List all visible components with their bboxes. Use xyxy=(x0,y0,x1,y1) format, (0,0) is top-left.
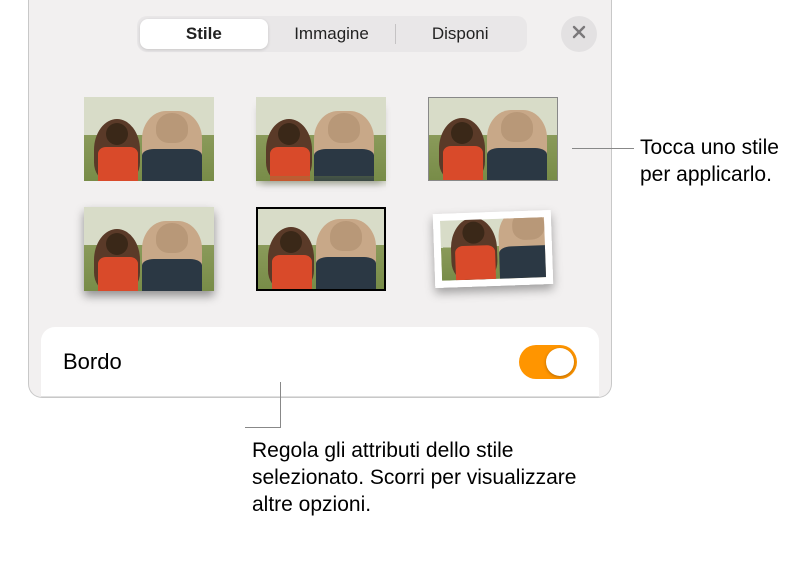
style-preset[interactable] xyxy=(423,202,563,296)
close-button[interactable] xyxy=(561,16,597,52)
tab-arrange[interactable]: Disponi xyxy=(396,19,524,49)
style-thumbnail xyxy=(256,207,386,291)
close-icon xyxy=(571,24,587,45)
tab-style[interactable]: Stile xyxy=(140,19,268,49)
style-preset[interactable] xyxy=(251,92,391,186)
tab-bar: Stile Immagine Disponi xyxy=(137,16,527,52)
style-preset-grid xyxy=(79,92,579,296)
style-preset[interactable] xyxy=(79,92,219,186)
style-thumbnail xyxy=(428,97,558,181)
style-preset[interactable] xyxy=(79,202,219,296)
tab-image-label: Immagine xyxy=(294,24,369,44)
tab-image[interactable]: Immagine xyxy=(268,19,396,49)
format-panel: Stile Immagine Disponi xyxy=(28,0,612,398)
callout-line xyxy=(245,427,281,428)
tab-style-label: Stile xyxy=(186,24,222,44)
callout-tap-style: Tocca uno stile per applicarlo. xyxy=(640,135,800,189)
callout-line xyxy=(280,382,281,427)
border-label: Bordo xyxy=(63,349,122,375)
style-preset[interactable] xyxy=(423,92,563,186)
callout-adjust-attrs: Regola gli attributi dello stile selezio… xyxy=(252,438,582,519)
border-toggle[interactable] xyxy=(519,345,577,379)
style-thumbnail xyxy=(84,97,214,181)
border-row: Bordo xyxy=(41,327,599,397)
style-preset[interactable] xyxy=(251,202,391,296)
callout-line xyxy=(572,148,634,149)
tab-arrange-label: Disponi xyxy=(432,24,489,44)
style-thumbnail xyxy=(84,207,214,291)
style-thumbnail xyxy=(256,97,386,181)
style-thumbnail xyxy=(433,210,554,288)
